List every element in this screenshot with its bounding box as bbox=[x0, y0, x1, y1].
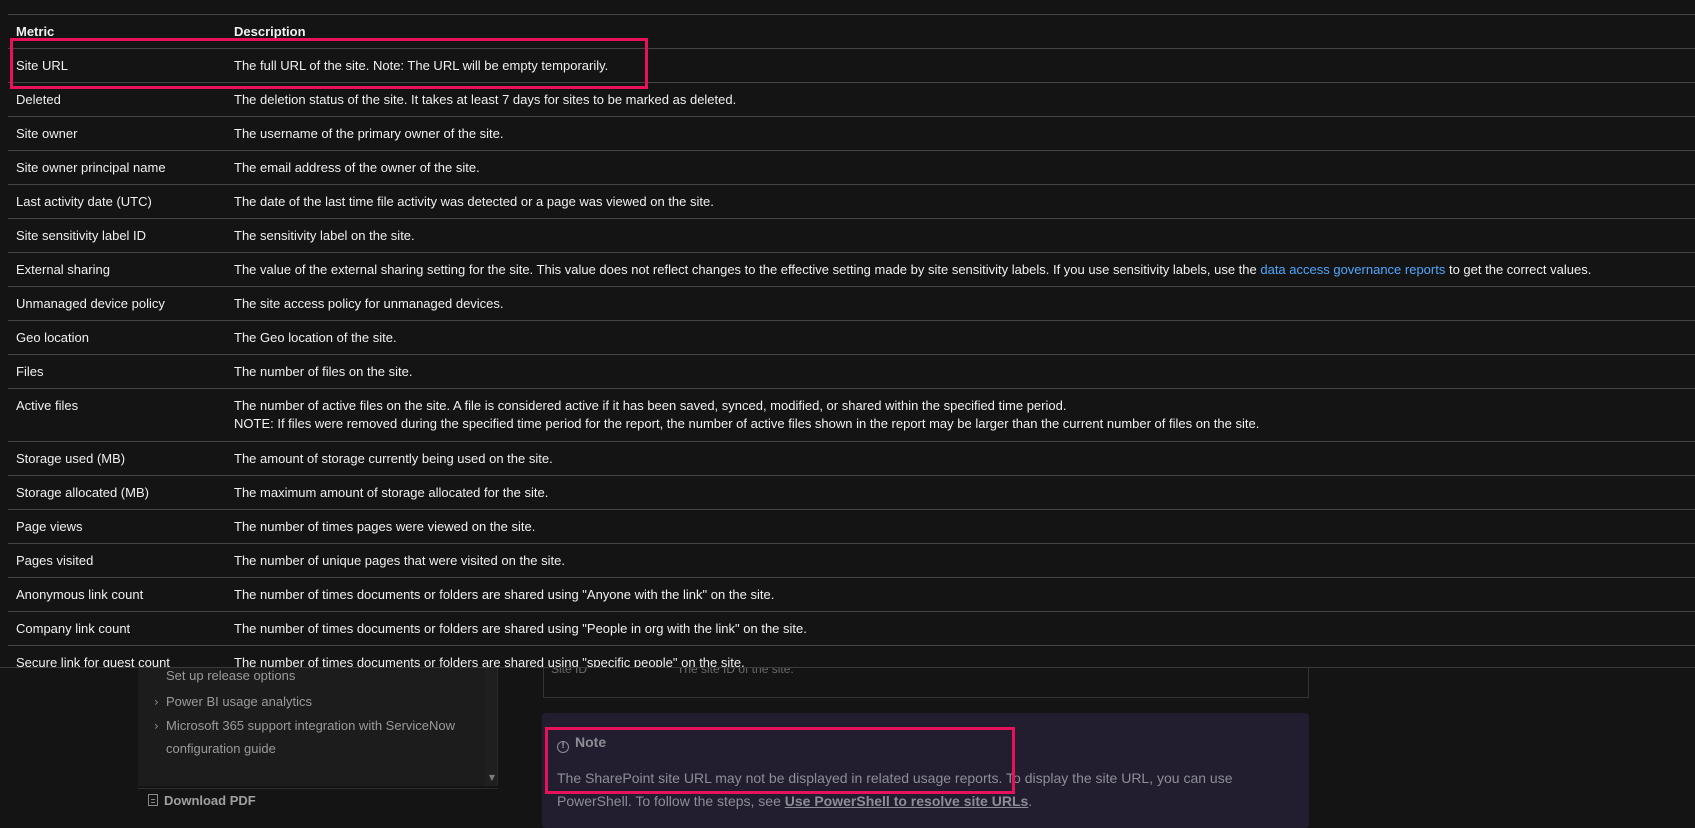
description-cell: The sensitivity label on the site. bbox=[226, 218, 1695, 253]
metric-cell: Geo location bbox=[8, 320, 226, 355]
metric-cell: Site owner bbox=[8, 116, 226, 151]
metric-cell: Unmanaged device policy bbox=[8, 286, 226, 321]
metric-cell: Site URL bbox=[8, 48, 226, 83]
chevron-right-icon[interactable]: › bbox=[154, 714, 159, 738]
metric-cell: Active files bbox=[8, 388, 226, 442]
table-row: Pages visited The number of unique pages… bbox=[8, 543, 1695, 578]
metric-cell: Storage used (MB) bbox=[8, 441, 226, 476]
table-row: Unmanaged device policy The site access … bbox=[8, 286, 1695, 321]
toc-scrollbar[interactable]: ▼ bbox=[485, 668, 497, 786]
powershell-resolve-link[interactable]: Use PowerShell to resolve site URLs bbox=[785, 793, 1029, 809]
description-text-end: to get the correct values. bbox=[1445, 261, 1592, 277]
description-cell: The number of times documents or folders… bbox=[226, 611, 1695, 646]
description-cell: The full URL of the site. Note: The URL … bbox=[226, 48, 1695, 83]
toc-item-power-bi[interactable]: Power BI usage analytics bbox=[166, 690, 312, 714]
description-note-line: NOTE: If files were removed during the s… bbox=[234, 416, 1260, 431]
metric-cell: Page views bbox=[8, 509, 226, 544]
table-row: Site owner The username of the primary o… bbox=[8, 116, 1695, 151]
metric-cell: Storage allocated (MB) bbox=[8, 475, 226, 510]
note-callout: ! Note The SharePoint site URL may not be… bbox=[542, 713, 1309, 828]
table-row: Storage allocated (MB) The maximum amoun… bbox=[8, 475, 1695, 510]
metric-cell: External sharing bbox=[8, 252, 226, 287]
table-row: Storage used (MB) The amount of storage … bbox=[8, 441, 1695, 476]
metrics-table: Metric Description Site URL The full URL… bbox=[8, 14, 1695, 667]
table-row: Geo location The Geo location of the sit… bbox=[8, 320, 1695, 355]
description-cell: The number of times documents or folders… bbox=[226, 645, 1695, 667]
note-title-text: Note bbox=[575, 734, 607, 750]
download-pdf-button[interactable]: Download PDF bbox=[138, 788, 498, 814]
description-cell: The number of files on the site. bbox=[226, 354, 1695, 389]
note-body: The SharePoint site URL may not be displ… bbox=[557, 767, 1297, 813]
description-cell: The username of the primary owner of the… bbox=[226, 116, 1695, 151]
note-title: ! Note bbox=[557, 733, 606, 753]
table-row: Site owner principal name The email addr… bbox=[8, 150, 1695, 185]
table-header-row: Metric Description bbox=[8, 14, 1695, 49]
toc-item-servicenow[interactable]: Microsoft 365 support integration with S… bbox=[166, 714, 455, 738]
scroll-down-arrow-icon[interactable]: ▼ bbox=[489, 773, 495, 782]
table-row: Page views The number of times pages wer… bbox=[8, 509, 1695, 544]
table-row: Site URL The full URL of the site. Note:… bbox=[8, 48, 1695, 83]
description-column-header[interactable]: Description bbox=[226, 14, 1695, 49]
table-row: Last activity date (UTC) The date of the… bbox=[8, 184, 1695, 219]
table-row: Active files The number of active files … bbox=[8, 388, 1695, 442]
data-access-governance-link[interactable]: data access governance reports bbox=[1260, 262, 1445, 277]
pdf-icon bbox=[148, 794, 158, 806]
description-line: The number of active files on the site. … bbox=[234, 398, 1067, 413]
metric-cell: Company link count bbox=[8, 611, 226, 646]
description-cell: The email address of the owner of the si… bbox=[226, 150, 1695, 185]
metric-column-header[interactable]: Metric bbox=[8, 14, 226, 49]
table-of-contents: Set up release options › Power BI usage … bbox=[138, 668, 498, 786]
description-cell: The number of times documents or folders… bbox=[226, 577, 1695, 612]
metric-cell: Anonymous link count bbox=[8, 577, 226, 612]
description-cell: The amount of storage currently being us… bbox=[226, 441, 1695, 476]
note-body-end: . bbox=[1028, 793, 1033, 809]
download-pdf-label: Download PDF bbox=[164, 793, 256, 808]
description-cell: The value of the external sharing settin… bbox=[226, 252, 1695, 287]
metric-cell: Files bbox=[8, 354, 226, 389]
description-text: The value of the external sharing settin… bbox=[234, 261, 1261, 277]
metric-cell: Last activity date (UTC) bbox=[8, 184, 226, 219]
metric-cell: Deleted bbox=[8, 82, 226, 117]
chevron-right-icon[interactable]: › bbox=[154, 690, 159, 714]
table-row: Anonymous link count The number of times… bbox=[8, 577, 1695, 612]
table-row: Site sensitivity label ID The sensitivit… bbox=[8, 218, 1695, 253]
description-cell: The maximum amount of storage allocated … bbox=[226, 475, 1695, 510]
table-row: Company link count The number of times d… bbox=[8, 611, 1695, 646]
description-cell: The number of times pages were viewed on… bbox=[226, 509, 1695, 544]
description-cell: The deletion status of the site. It take… bbox=[226, 82, 1695, 117]
metric-cell: Pages visited bbox=[8, 543, 226, 578]
description-cell: The number of unique pages that were vis… bbox=[226, 543, 1695, 578]
description-cell: The number of active files on the site. … bbox=[226, 388, 1695, 442]
metric-cell: Secure link for guest count bbox=[8, 645, 226, 667]
metric-cell: Site sensitivity label ID bbox=[8, 218, 226, 253]
background-table-fragment: Site ID The site ID of the site. bbox=[543, 662, 1309, 698]
table-row: Files The number of files on the site. bbox=[8, 354, 1695, 389]
description-cell: The date of the last time file activity … bbox=[226, 184, 1695, 219]
description-cell: The Geo location of the site. bbox=[226, 320, 1695, 355]
metrics-table-panel: Metric Description Site URL The full URL… bbox=[0, 0, 1695, 668]
info-icon: ! bbox=[557, 741, 569, 753]
table-row: Secure link for guest count The number o… bbox=[8, 645, 1695, 667]
metric-cell: Site owner principal name bbox=[8, 150, 226, 185]
table-row: External sharing The value of the extern… bbox=[8, 252, 1695, 287]
description-cell: The site access policy for unmanaged dev… bbox=[226, 286, 1695, 321]
table-row: Deleted The deletion status of the site.… bbox=[8, 82, 1695, 117]
toc-item-servicenow-cont[interactable]: configuration guide bbox=[166, 737, 276, 761]
